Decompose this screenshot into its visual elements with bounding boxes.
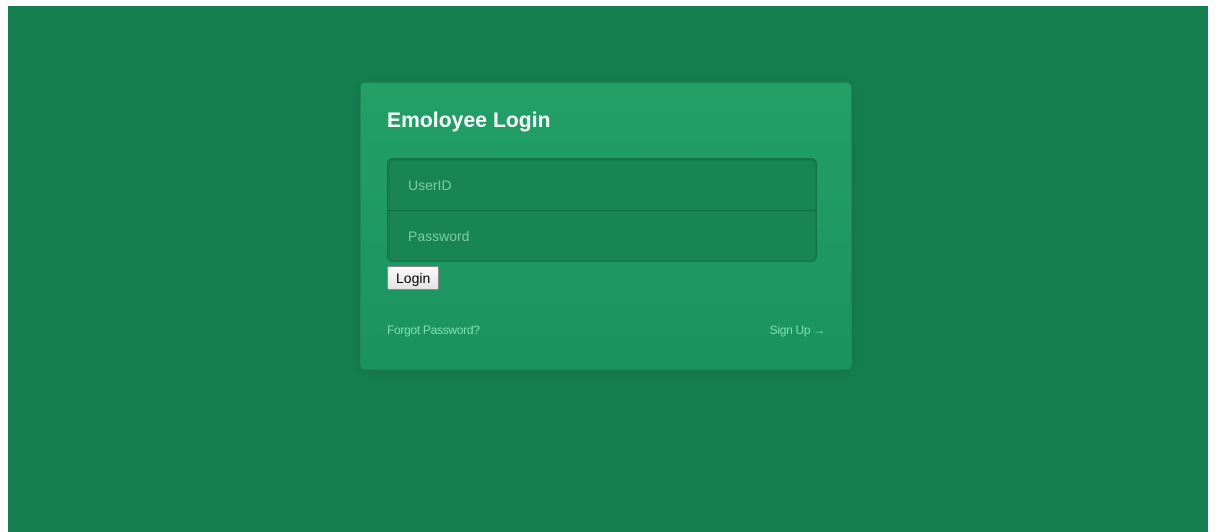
- credentials-field-group: [387, 158, 817, 262]
- login-title: Emoloyee Login: [387, 109, 551, 132]
- password-input[interactable]: [388, 210, 816, 261]
- forgot-password-link[interactable]: Forgot Password?: [387, 323, 480, 337]
- login-card: Emoloyee Login Login Forgot Password? Si…: [360, 82, 852, 370]
- page-background: Emoloyee Login Login Forgot Password? Si…: [8, 6, 1208, 532]
- userid-input[interactable]: [388, 159, 816, 210]
- sign-up-link[interactable]: Sign Up →: [770, 323, 826, 337]
- login-button[interactable]: Login: [387, 266, 440, 290]
